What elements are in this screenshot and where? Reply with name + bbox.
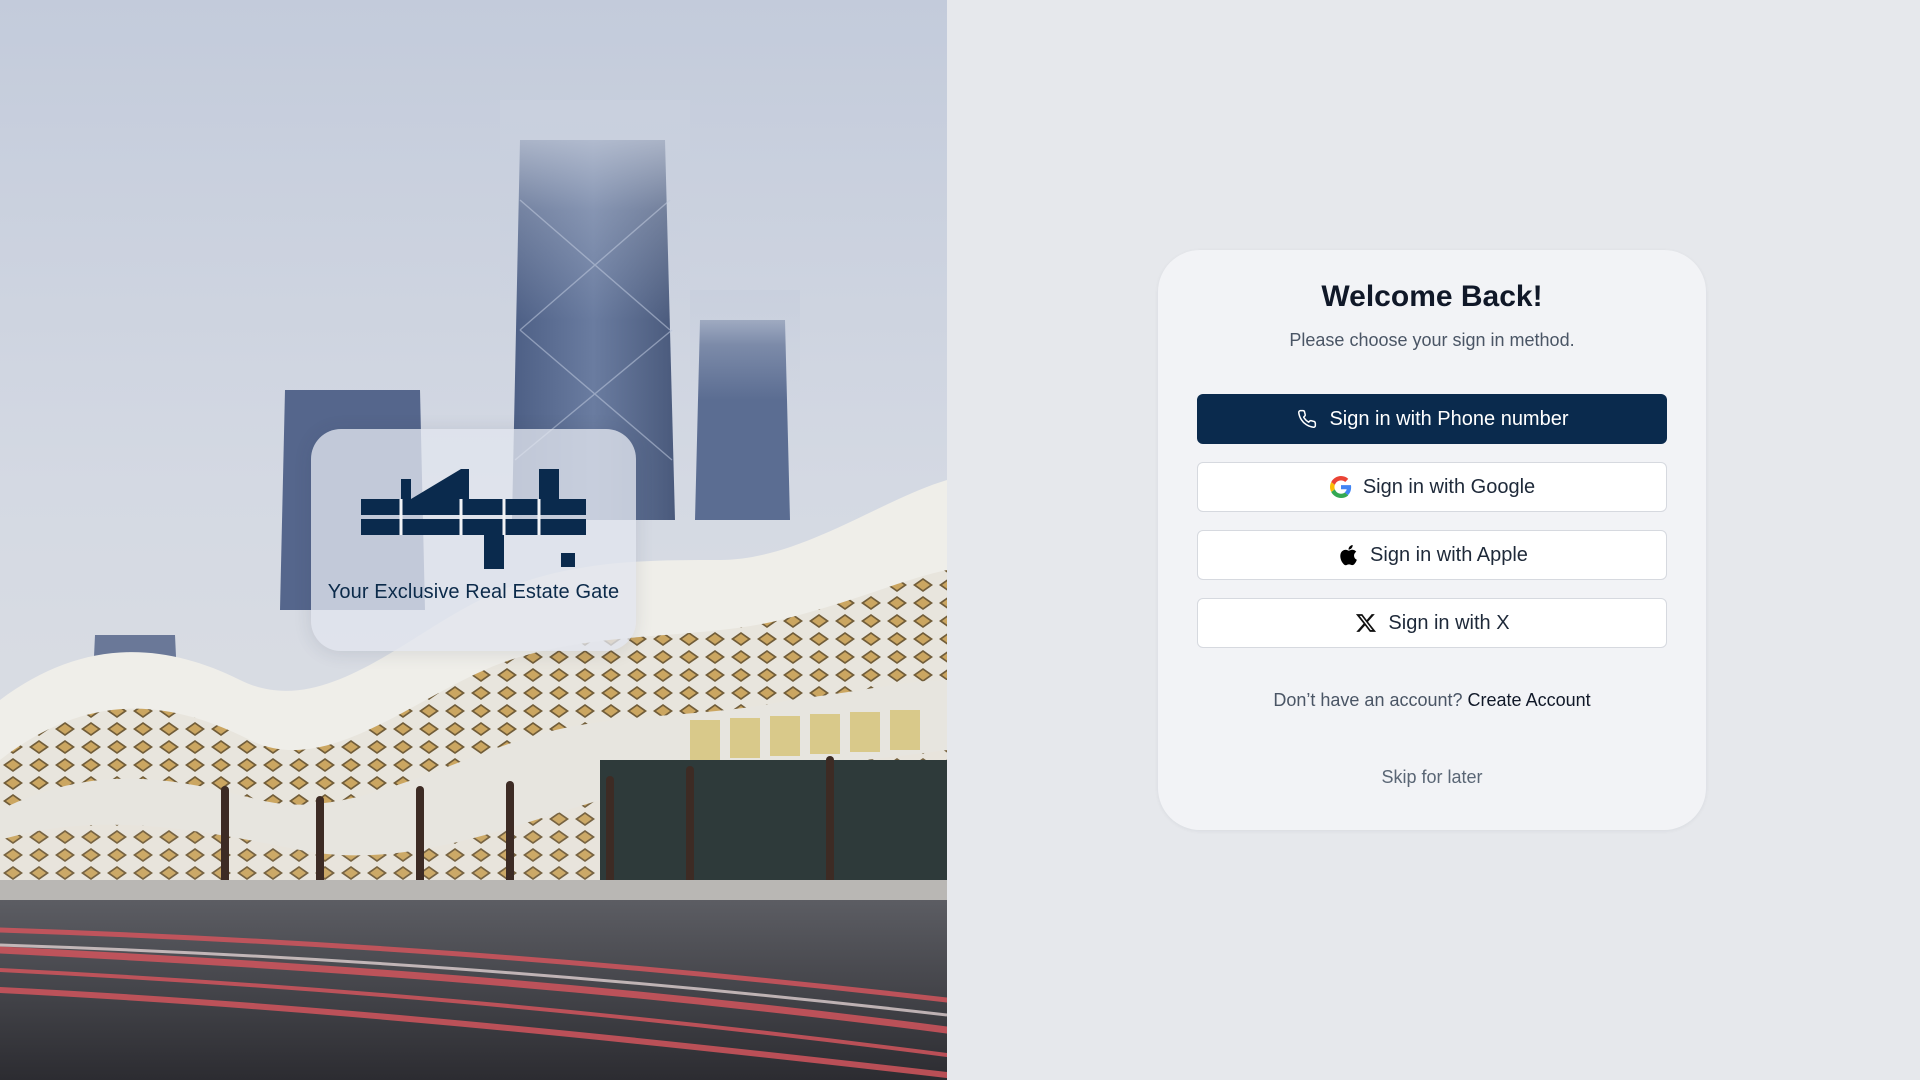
signin-phone-button[interactable]: Sign in with Phone number	[1197, 394, 1667, 444]
signin-x-button[interactable]: Sign in with X	[1197, 598, 1667, 648]
signin-panel: Welcome Back! Please choose your sign in…	[947, 0, 1920, 1080]
signin-x-label: Sign in with X	[1388, 611, 1510, 634]
apple-icon	[1336, 543, 1360, 567]
brand-logo-card: Your Exclusive Real Estate Gate	[311, 429, 636, 651]
signin-subtitle: Please choose your sign in method.	[1289, 330, 1575, 350]
signin-title: Welcome Back!	[1321, 280, 1543, 313]
signin-apple-label: Sign in with Apple	[1370, 543, 1528, 566]
signup-prompt-text: Don’t have an account?	[1273, 690, 1463, 710]
x-icon	[1354, 611, 1378, 635]
create-account-link[interactable]: Create Account	[1468, 690, 1591, 710]
google-icon	[1329, 475, 1353, 499]
skip-for-later-link[interactable]: Skip for later	[1158, 767, 1706, 788]
signup-prompt-line: Don’t have an account? Create Account	[1158, 690, 1706, 711]
login-page: Your Exclusive Real Estate Gate Welcome …	[0, 0, 1920, 1080]
signin-apple-button[interactable]: Sign in with Apple	[1197, 530, 1667, 580]
signin-google-button[interactable]: Sign in with Google	[1197, 462, 1667, 512]
signin-google-label: Sign in with Google	[1362, 475, 1536, 498]
signin-phone-label: Sign in with Phone number	[1329, 407, 1569, 430]
signin-card: Welcome Back! Please choose your sign in…	[1158, 250, 1706, 830]
brand-tagline: Your Exclusive Real Estate Gate	[327, 581, 620, 603]
bawabat-logo-mark	[361, 469, 586, 569]
hero-image-panel: Your Exclusive Real Estate Gate	[0, 0, 947, 1080]
phone-icon	[1295, 407, 1319, 431]
